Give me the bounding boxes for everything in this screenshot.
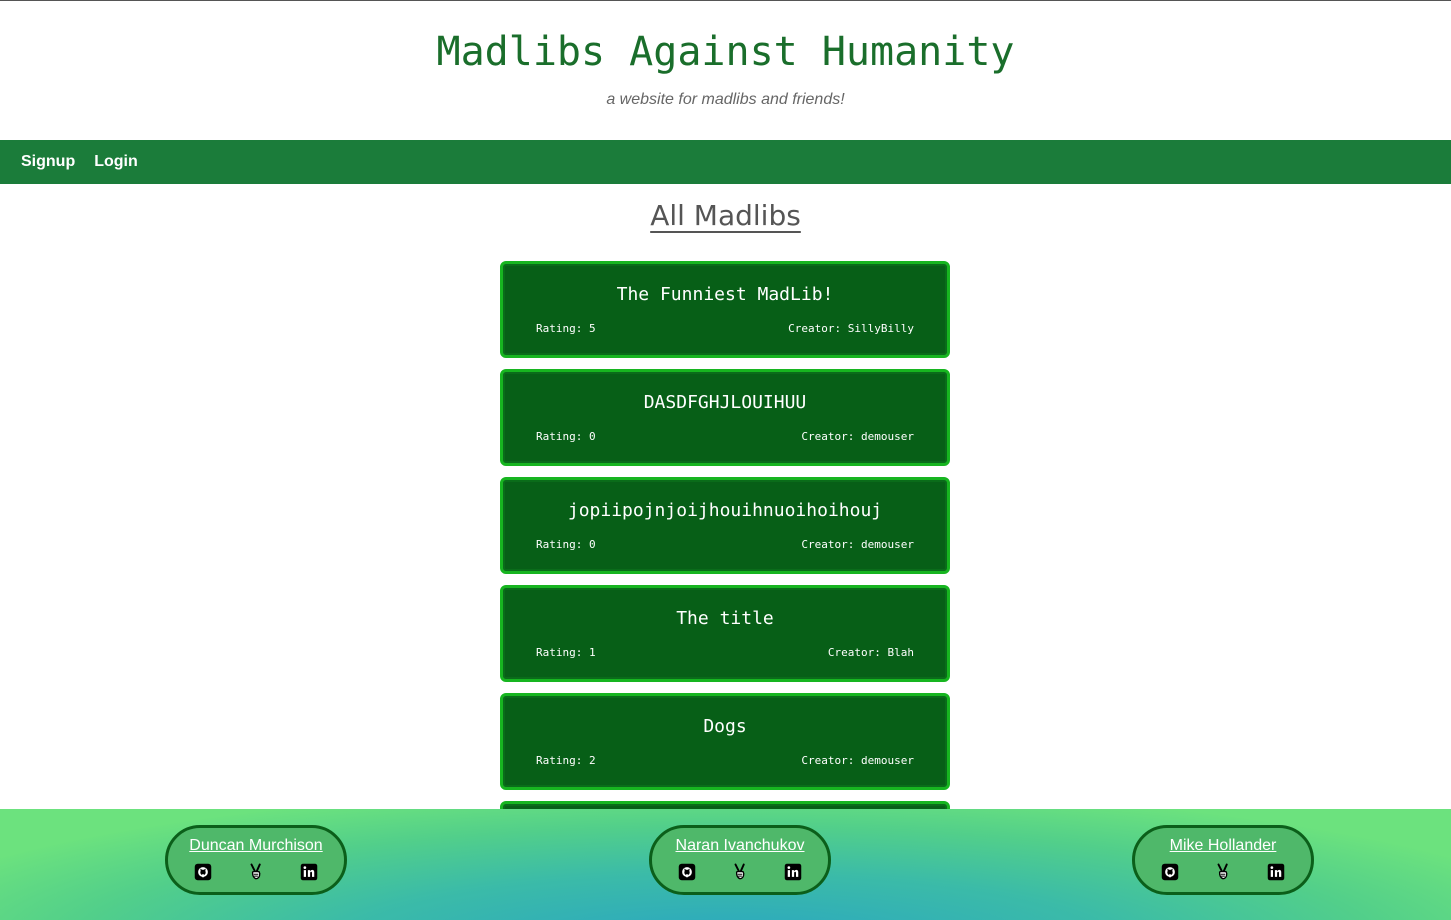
- navbar: Signup Login: [0, 140, 1451, 184]
- madlib-title: The Funniest MadLib!: [616, 284, 834, 305]
- madlib-title: Dogs: [703, 716, 747, 737]
- madlib-card[interactable]: The Funniest MadLib! Rating: 5 Creator: …: [500, 261, 950, 358]
- site-tagline: a website for madlibs and friends!: [606, 91, 845, 108]
- contributor-card: Mike Hollander: [1132, 825, 1314, 895]
- contributor-icons: [1135, 863, 1311, 881]
- site-title: Madlibs Against Humanity: [436, 29, 1015, 75]
- madlib-creator: Creator: demouser: [801, 538, 914, 551]
- contributor-name-link[interactable]: Mike Hollander: [1170, 837, 1277, 855]
- peace-hand-icon[interactable]: [247, 863, 265, 881]
- contributor-name-link[interactable]: Duncan Murchison: [189, 837, 322, 855]
- madlib-creator: Creator: Blah: [827, 646, 914, 659]
- section-title: All Madlibs: [0, 199, 1451, 232]
- section-title-text: All Madlibs: [650, 199, 801, 232]
- github-icon[interactable]: [1161, 863, 1179, 881]
- madlib-card[interactable]: Dogs Rating: 2 Creator: demouser: [500, 693, 950, 790]
- github-icon[interactable]: [678, 863, 696, 881]
- madlib-title: jopiipojnjoijhouihnuoihoihouj: [567, 500, 883, 521]
- contributor-name-link[interactable]: Naran Ivanchukov: [676, 837, 805, 855]
- madlib-rating: Rating: 0: [536, 538, 596, 551]
- linkedin-icon[interactable]: [300, 863, 318, 881]
- login-link[interactable]: Login: [94, 153, 138, 171]
- madlib-card[interactable]: The title Rating: 1 Creator: Blah: [500, 585, 950, 682]
- signup-link[interactable]: Signup: [21, 153, 75, 171]
- madlib-rating: Rating: 5: [536, 322, 596, 335]
- peace-hand-icon[interactable]: [731, 863, 749, 881]
- github-icon[interactable]: [194, 863, 212, 881]
- madlib-title: DASDFGHJLOUIHUU: [643, 392, 807, 413]
- madlib-rating: Rating: 1: [536, 646, 596, 659]
- madlib-card[interactable]: jopiipojnjoijhouihnuoihoihouj Rating: 0 …: [500, 477, 950, 574]
- site-header: Madlibs Against Humanity a website for m…: [0, 1, 1451, 140]
- contributor-card: Naran Ivanchukov: [649, 825, 831, 895]
- madlib-title: The title: [676, 608, 774, 629]
- madlib-card[interactable]: DASDFGHJLOUIHUU Rating: 0 Creator: demou…: [500, 369, 950, 466]
- contributor-icons: [168, 863, 344, 881]
- contributor-card: Duncan Murchison: [165, 825, 347, 895]
- madlib-creator: Creator: demouser: [801, 430, 914, 443]
- peace-hand-icon[interactable]: [1214, 863, 1232, 881]
- contributor-icons: [652, 863, 828, 881]
- madlib-rating: Rating: 0: [536, 430, 596, 443]
- linkedin-icon[interactable]: [784, 863, 802, 881]
- madlib-creator: Creator: demouser: [801, 754, 914, 767]
- madlib-creator: Creator: SillyBilly: [788, 322, 914, 335]
- linkedin-icon[interactable]: [1267, 863, 1285, 881]
- site-footer: Duncan Murchison Naran Ivanchukov Mike H…: [0, 809, 1451, 920]
- madlib-rating: Rating: 2: [536, 754, 596, 767]
